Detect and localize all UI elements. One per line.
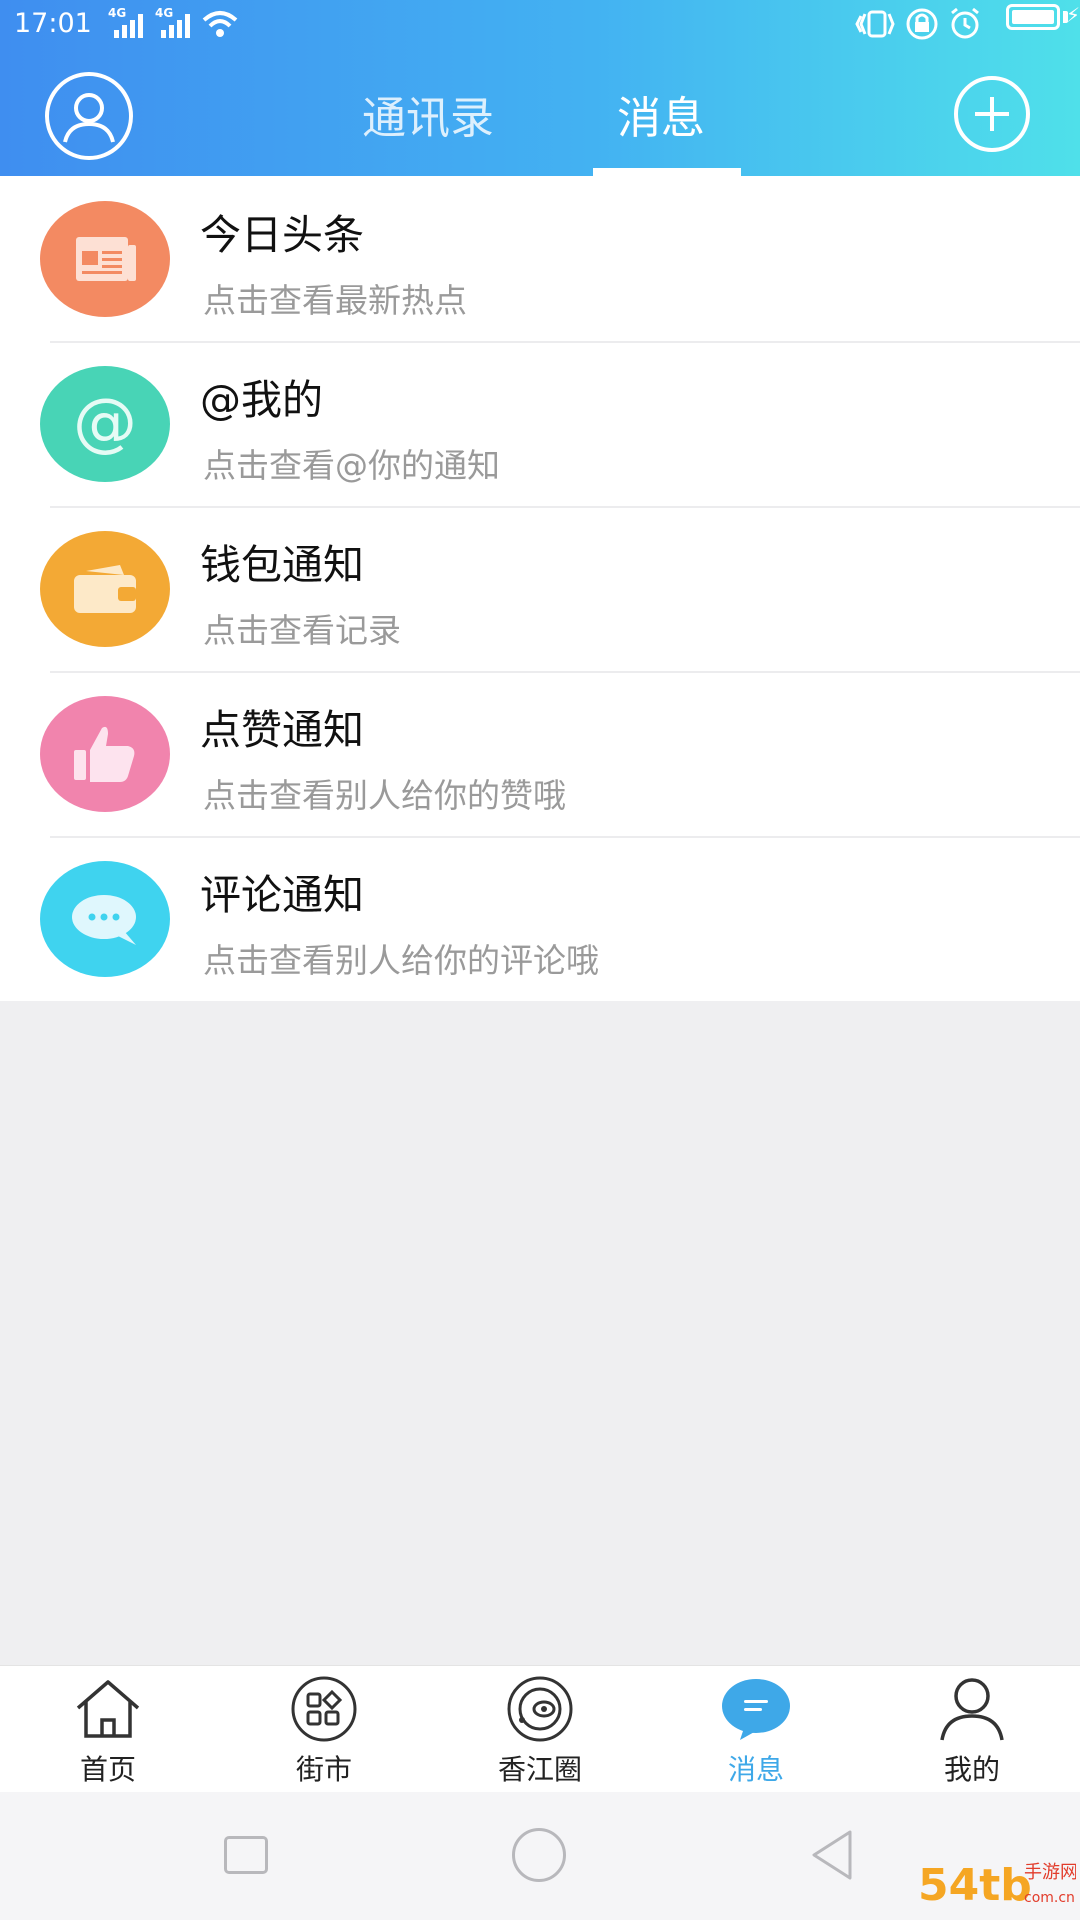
user-avatar-icon[interactable]: [45, 72, 133, 160]
tab-messages[interactable]: 消息: [617, 82, 705, 146]
nav-circle[interactable]: 香江圈: [440, 1666, 640, 1793]
recent-apps-icon[interactable]: [224, 1836, 268, 1874]
back-triangle-icon[interactable]: [808, 1828, 856, 1882]
home-button-icon[interactable]: [512, 1828, 566, 1882]
status-time: 17:01: [14, 8, 92, 39]
wallet-icon: [40, 531, 170, 647]
list-item-title: 评论通知: [200, 871, 364, 919]
at-sign-icon: @: [40, 366, 170, 482]
orbit-circle-icon: [507, 1676, 573, 1742]
svg-text:54tb: 54tb: [918, 1860, 1032, 1911]
svg-text:@: @: [73, 386, 137, 460]
nav-market[interactable]: 街市: [224, 1666, 424, 1793]
nav-messages[interactable]: 消息: [656, 1666, 856, 1793]
nav-home[interactable]: 首页: [8, 1666, 208, 1793]
comment-bubble-icon: [40, 861, 170, 977]
app-header: 17:01 4G 4G ⚡ 通讯录 消息: [0, 0, 1080, 176]
watermark-logo: 54tb 手游网 com.cn: [918, 1860, 1076, 1911]
alarm-icon: [951, 7, 979, 39]
list-item-subtitle: 点击查看@你的通知: [203, 446, 500, 485]
svg-text:手游网: 手游网: [1024, 1862, 1076, 1883]
wifi-icon: [202, 11, 238, 37]
charging-icon: ⚡: [1065, 3, 1080, 27]
vibrate-icon: [855, 10, 895, 38]
list-item-likes[interactable]: 点赞通知 点击查看别人给你的赞哦: [0, 671, 1080, 836]
plus-icon[interactable]: [954, 76, 1030, 152]
message-list: 今日头条 点击查看最新热点 @ @我的 点击查看@你的通知 钱包通知 点击查看记…: [0, 176, 1080, 1001]
list-item-comments[interactable]: 评论通知 点击查看别人给你的评论哦: [0, 836, 1080, 1001]
thumbs-up-icon: [40, 696, 170, 812]
person-icon: [940, 1678, 1004, 1741]
list-item-wallet[interactable]: 钱包通知 点击查看记录: [0, 506, 1080, 671]
tab-contacts[interactable]: 通讯录: [362, 82, 494, 146]
list-item-title: 今日头条: [200, 211, 364, 259]
bottom-nav: 首页 街市 香江圈 消息 我的: [0, 1665, 1080, 1792]
list-item-headlines[interactable]: 今日头条 点击查看最新热点: [0, 176, 1080, 341]
status-bar: 17:01 4G 4G ⚡: [14, 3, 1080, 40]
list-item-mentions[interactable]: @ @我的 点击查看@你的通知: [0, 341, 1080, 506]
list-item-title: 点赞通知: [200, 706, 364, 754]
system-nav-bar: 54tb 手游网 com.cn: [0, 1792, 1080, 1920]
tab-active-indicator: [593, 168, 741, 176]
list-item-title: 钱包通知: [200, 541, 364, 589]
list-item-subtitle: 点击查看别人给你的赞哦: [203, 776, 566, 815]
grid-apps-icon: [291, 1676, 357, 1742]
lock-icon: [906, 8, 938, 40]
home-icon: [76, 1680, 140, 1738]
nav-me[interactable]: 我的: [872, 1666, 1072, 1793]
list-item-subtitle: 点击查看最新热点: [203, 281, 467, 320]
newspaper-icon: [40, 201, 170, 317]
svg-text:com.cn: com.cn: [1024, 1890, 1075, 1906]
list-item-subtitle: 点击查看别人给你的评论哦: [203, 941, 599, 980]
list-item-title: @我的: [200, 376, 323, 424]
chat-bubble-icon: [722, 1679, 790, 1740]
list-item-subtitle: 点击查看记录: [203, 611, 401, 650]
